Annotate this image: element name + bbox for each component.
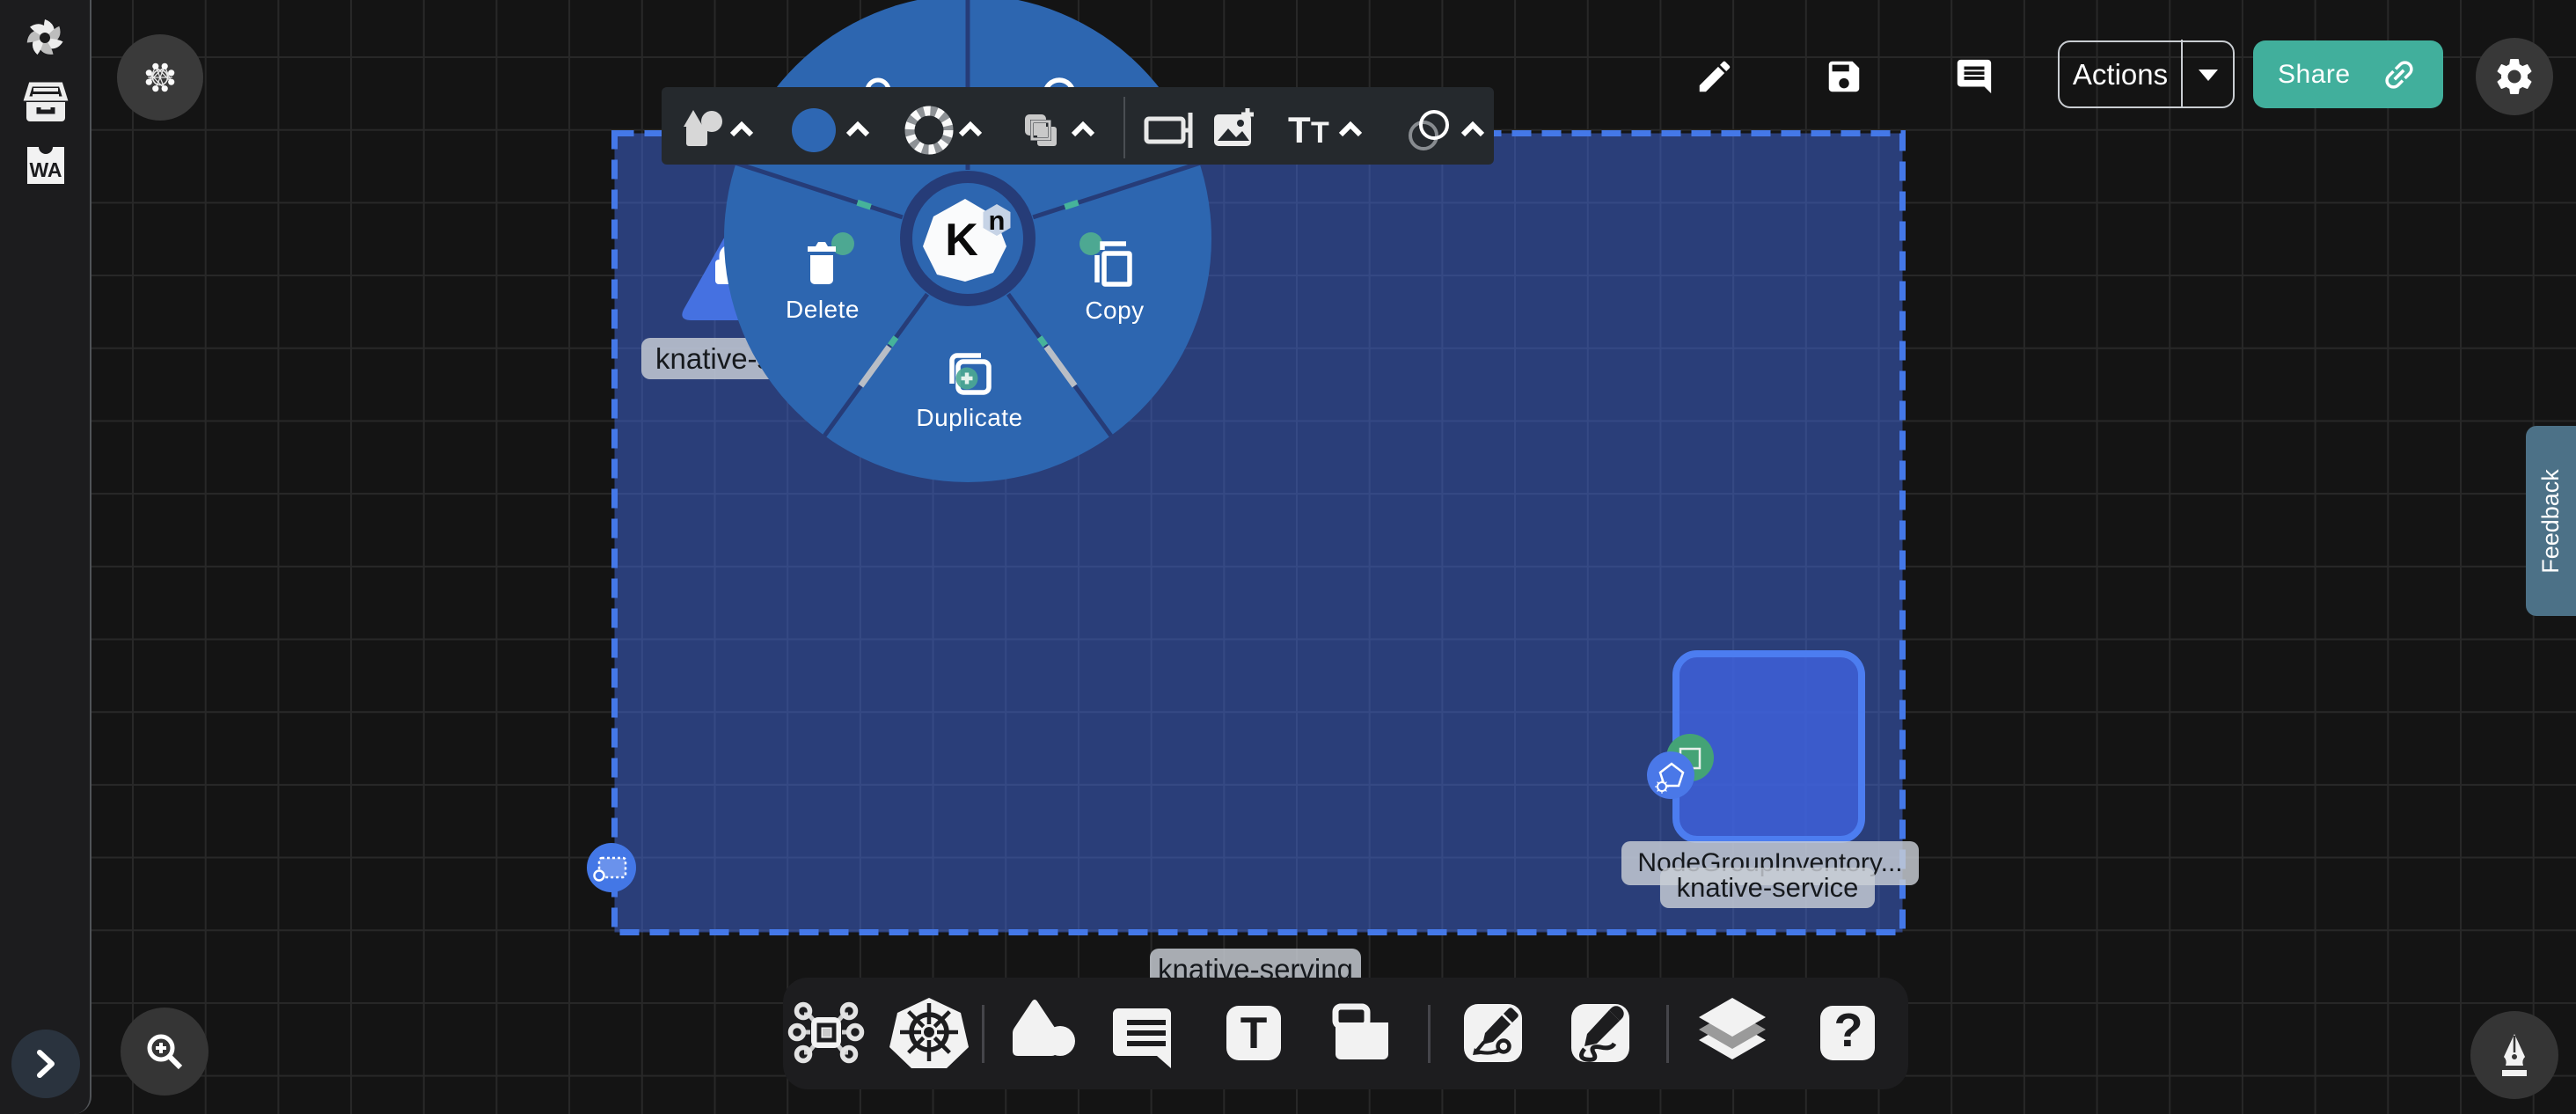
svg-text:K: K [945,215,978,266]
svg-text:T: T [1311,116,1329,150]
svg-text:T: T [1240,1008,1268,1058]
svg-text:T: T [1288,109,1311,150]
svg-text:n: n [989,205,1006,236]
svg-text:?: ? [1834,1004,1863,1057]
svg-text:WA: WA [29,158,62,181]
